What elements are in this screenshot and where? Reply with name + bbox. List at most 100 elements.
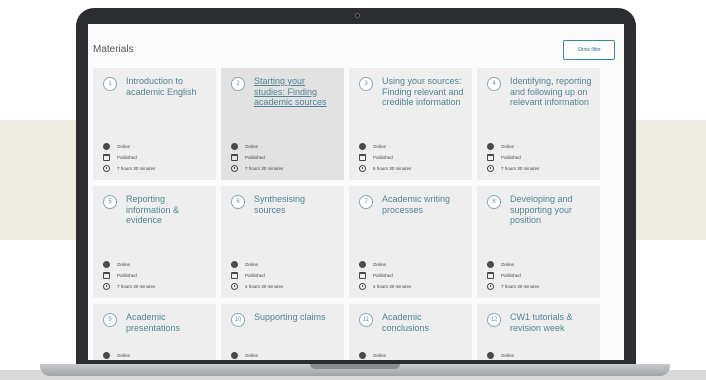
card-number: 5 (103, 195, 117, 209)
delivery-mode: Online (373, 262, 387, 267)
material-card[interactable]: 10 Supporting claims Online (221, 304, 344, 360)
globe-icon (487, 261, 494, 268)
card-meta: Online Published 7 hours 30 minutes (231, 141, 283, 174)
material-card[interactable]: 8 Developing and supporting your positio… (477, 186, 600, 298)
card-title-link[interactable]: Supporting claims (254, 312, 326, 327)
material-card[interactable]: 6 Synthesising sources Online Published … (221, 186, 344, 298)
calendar-icon (103, 272, 110, 279)
material-card[interactable]: 12 CW1 tutorials & revision week Online (477, 304, 600, 360)
globe-icon (359, 261, 366, 268)
globe-icon (103, 143, 110, 150)
card-meta: Online Published 7 hours 30 minutes (487, 141, 539, 174)
calendar-icon (487, 272, 494, 279)
duration: 6 hours 30 minutes (373, 166, 412, 171)
card-number: 9 (103, 313, 117, 327)
clock-icon (487, 165, 494, 172)
card-number: 7 (359, 195, 373, 209)
globe-icon (103, 261, 110, 268)
clock-icon (487, 283, 494, 290)
globe-icon (231, 261, 238, 268)
clock-icon (359, 283, 366, 290)
card-meta: Online Published 7 hours 30 minutes (103, 259, 155, 292)
card-meta: Online (487, 350, 514, 360)
duration: 7 hours 30 minutes (501, 284, 540, 289)
duration: 7 hours 30 minutes (245, 166, 284, 171)
card-number: 2 (231, 77, 245, 91)
calendar-icon (231, 154, 238, 161)
publish-status: Published (373, 155, 393, 160)
delivery-mode: Online (373, 144, 387, 149)
card-title-link[interactable]: Identifying, reporting and following up … (510, 76, 594, 108)
delivery-mode: Online (501, 144, 515, 149)
material-card[interactable]: 7 Academic writing processes Online Publ… (349, 186, 472, 298)
card-number: 12 (487, 313, 501, 327)
card-number: 4 (487, 77, 501, 91)
duration: 7 hours 30 minutes (501, 166, 540, 171)
globe-icon (487, 352, 494, 359)
publish-status: Published (501, 273, 521, 278)
card-title-link[interactable]: Synthesising sources (254, 194, 338, 215)
delivery-mode: Online (501, 262, 515, 267)
clock-icon (231, 165, 238, 172)
card-title-link[interactable]: Academic presentations (126, 312, 210, 333)
globe-icon (231, 143, 238, 150)
globe-icon (359, 143, 366, 150)
card-meta: Online (359, 350, 386, 360)
card-title-link[interactable]: Starting your studies: Finding academic … (254, 76, 338, 108)
delivery-mode: Online (245, 262, 259, 267)
material-card[interactable]: 3 Using your sources: Finding relevant a… (349, 68, 472, 180)
delivery-mode: Online (117, 262, 131, 267)
screen: Materials Show filter 1 Introduction to … (88, 24, 624, 360)
card-title-link[interactable]: CW1 tutorials & revision week (510, 312, 594, 333)
duration: 6 hours 30 minutes (245, 284, 284, 289)
delivery-mode: Online (245, 144, 259, 149)
card-title-link[interactable]: Reporting information & evidence (126, 194, 210, 226)
material-card[interactable]: 9 Academic presentations Online (93, 304, 216, 360)
card-number: 10 (231, 313, 245, 327)
calendar-icon (487, 154, 494, 161)
card-number: 11 (359, 313, 373, 327)
delivery-mode: Online (501, 353, 515, 358)
publish-status: Published (117, 273, 137, 278)
clock-icon (103, 283, 110, 290)
clock-icon (231, 283, 238, 290)
card-title-link[interactable]: Academic conclusions (382, 312, 466, 333)
duration: 7 hours 30 minutes (117, 166, 156, 171)
card-meta: Online (231, 350, 258, 360)
card-title-link[interactable]: Developing and supporting your position (510, 194, 594, 226)
page-title: Materials (93, 44, 134, 55)
card-meta: Online Published 7 hours 30 minutes (103, 141, 155, 174)
material-card[interactable]: 5 Reporting information & evidence Onlin… (93, 186, 216, 298)
card-number: 3 (359, 77, 373, 91)
card-title-link[interactable]: Introduction to academic English (126, 76, 210, 97)
globe-icon (487, 143, 494, 150)
calendar-icon (359, 154, 366, 161)
delivery-mode: Online (245, 353, 259, 358)
delivery-mode: Online (117, 353, 131, 358)
calendar-icon (103, 154, 110, 161)
card-meta: Online (103, 350, 130, 360)
calendar-icon (231, 272, 238, 279)
delivery-mode: Online (373, 353, 387, 358)
material-card[interactable]: 2 Starting your studies: Finding academi… (221, 68, 344, 180)
globe-icon (359, 352, 366, 359)
publish-status: Published (245, 273, 265, 278)
duration: 7 hours 30 minutes (117, 284, 156, 289)
card-meta: Online Published 6 hours 30 minutes (231, 259, 283, 292)
duration: 6 hours 30 minutes (373, 284, 412, 289)
material-card[interactable]: 11 Academic conclusions Online (349, 304, 472, 360)
globe-icon (103, 352, 110, 359)
publish-status: Published (501, 155, 521, 160)
card-title-link[interactable]: Academic writing processes (382, 194, 466, 215)
material-card[interactable]: 1 Introduction to academic English Onlin… (93, 68, 216, 180)
material-card[interactable]: 4 Identifying, reporting and following u… (477, 68, 600, 180)
card-number: 8 (487, 195, 501, 209)
card-title-link[interactable]: Using your sources: Finding relevant and… (382, 76, 466, 108)
card-meta: Online Published 6 hours 30 minutes (359, 141, 411, 174)
camera-icon (355, 13, 360, 18)
publish-status: Published (245, 155, 265, 160)
show-filter-button[interactable]: Show filter (563, 40, 615, 60)
calendar-icon (359, 272, 366, 279)
globe-icon (231, 352, 238, 359)
card-meta: Online Published 6 hours 30 minutes (359, 259, 411, 292)
